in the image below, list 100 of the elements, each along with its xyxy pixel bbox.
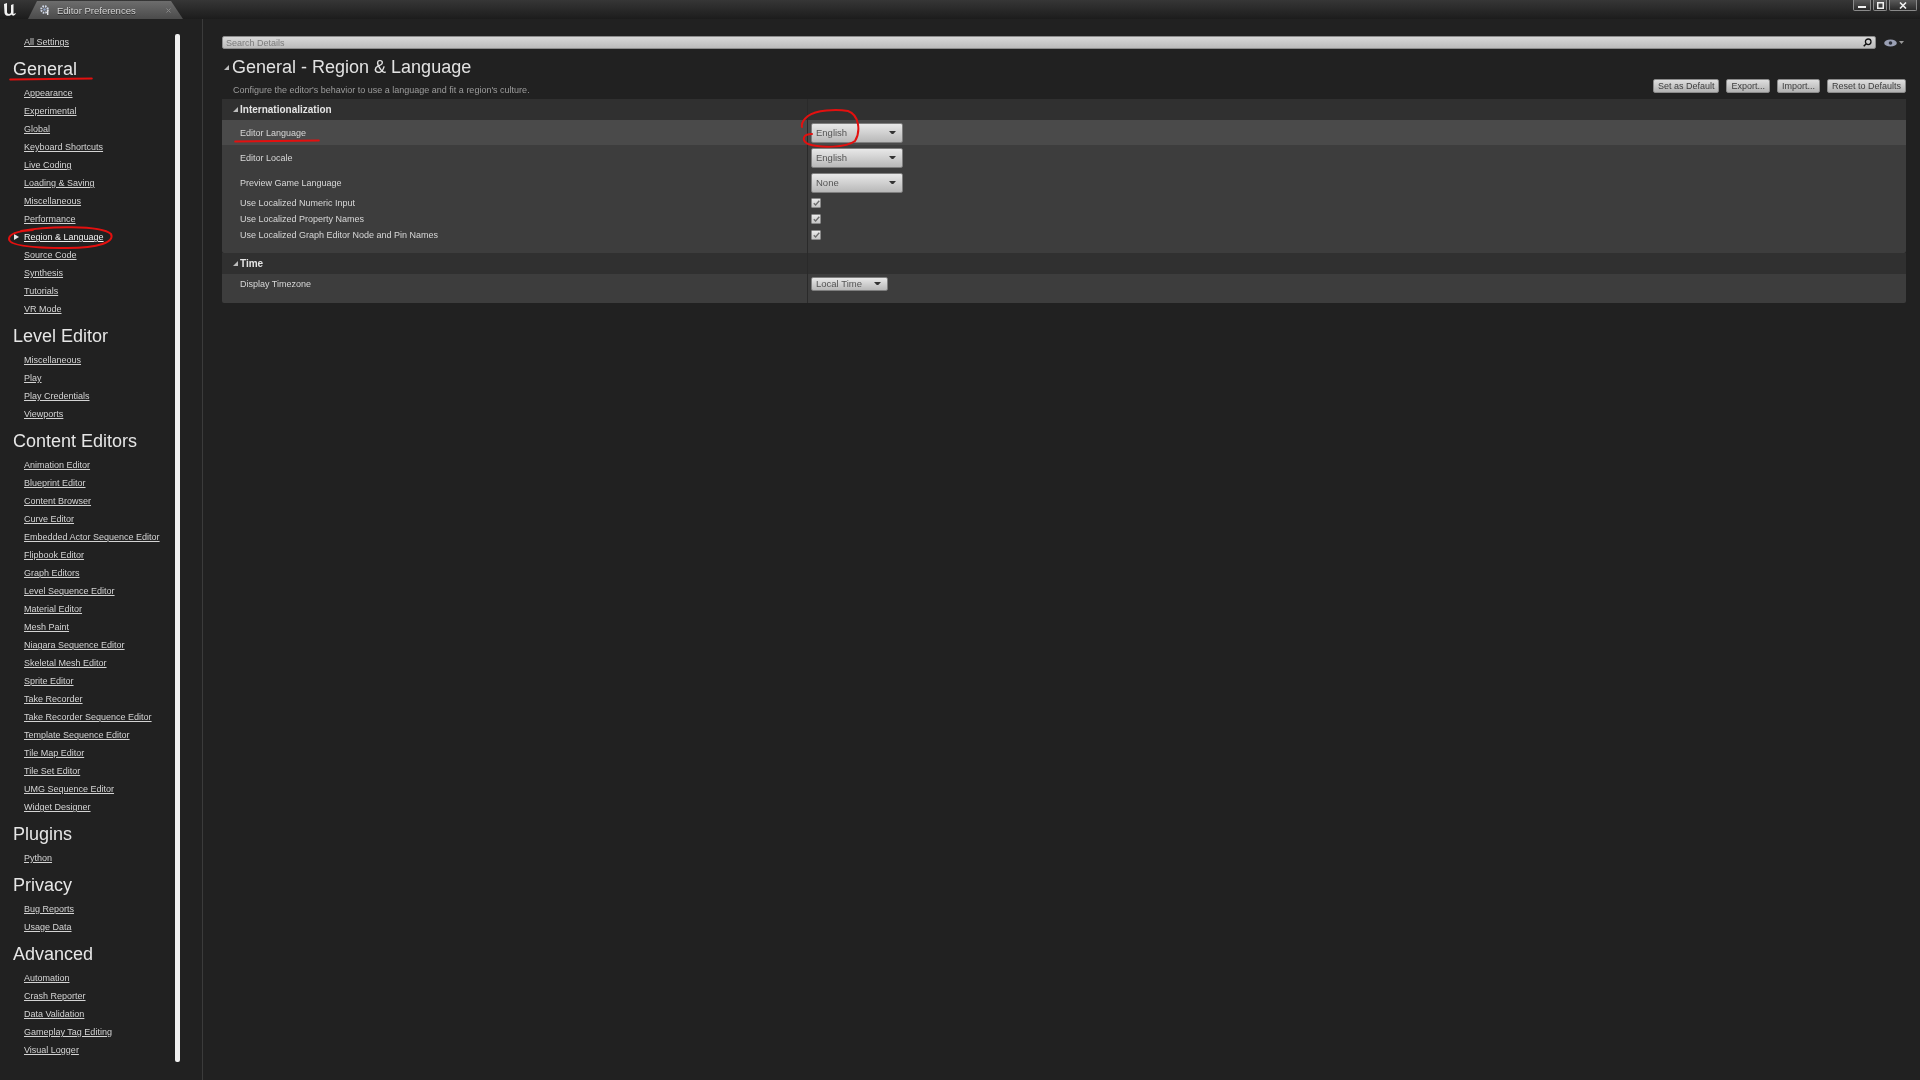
- sidebar-link[interactable]: Appearance: [24, 88, 73, 98]
- toolbar-button[interactable]: Export...: [1726, 79, 1770, 93]
- caret-icon: [874, 281, 881, 286]
- sidebar-link[interactable]: Synthesis: [24, 268, 64, 278]
- selection-arrow-icon: [14, 234, 19, 240]
- sidebar-link[interactable]: Skeletal Mesh Editor: [24, 658, 107, 668]
- sidebar-link[interactable]: Widget Designer: [24, 802, 91, 812]
- sidebar-link[interactable]: Keyboard Shortcuts: [24, 142, 104, 152]
- sidebar-link[interactable]: Global: [24, 124, 50, 134]
- sidebar-link[interactable]: Gameplay Tag Editing: [24, 1027, 112, 1037]
- sidebar-link[interactable]: Miscellaneous: [24, 196, 82, 206]
- eye-icon[interactable]: [1884, 38, 1897, 47]
- sidebar-link[interactable]: Python: [24, 853, 53, 863]
- logo-icon[interactable]: [3, 2, 17, 17]
- sidebar-link[interactable]: Tile Map Editor: [24, 748, 85, 758]
- checkmark-icon: [812, 200, 820, 206]
- sidebar-link[interactable]: Flipbook Editor: [24, 550, 85, 560]
- dropdown[interactable]: None: [811, 172, 903, 193]
- sidebar-heading: Content Editors: [13, 433, 138, 449]
- sidebar-link[interactable]: Tutorials: [24, 286, 59, 296]
- checkbox[interactable]: [811, 230, 821, 240]
- sidebar-link[interactable]: Region & Language: [24, 232, 104, 242]
- property-label: Editor Locale: [240, 152, 293, 163]
- sidebar-link[interactable]: Source Code: [24, 250, 77, 260]
- dropdown[interactable]: English: [811, 147, 903, 168]
- sidebar-link[interactable]: Sprite Editor: [24, 676, 74, 686]
- sidebar-link[interactable]: Loading & Saving: [24, 178, 95, 188]
- page-title: General - Region & Language: [232, 56, 472, 78]
- sidebar-link[interactable]: Data Validation: [24, 1009, 85, 1019]
- restore-icon: [1876, 1, 1884, 9]
- toolbar-button[interactable]: Import...: [1776, 79, 1820, 93]
- sidebar-link[interactable]: Miscellaneous: [24, 355, 82, 365]
- minimize-button[interactable]: [1853, 0, 1871, 11]
- sidebar-link[interactable]: Embedded Actor Sequence Editor: [24, 532, 160, 542]
- dropdown[interactable]: Local Time: [811, 276, 888, 291]
- caret-icon: [889, 155, 896, 160]
- sidebar-link[interactable]: Play Credentials: [24, 391, 90, 401]
- window-tab[interactable]: Editor Preferences: [28, 1, 183, 19]
- triangle-icon[interactable]: [224, 64, 229, 70]
- gear-icon: [40, 5, 50, 15]
- sidebar-link[interactable]: Take Recorder Sequence Editor: [24, 712, 152, 722]
- close-button[interactable]: [1889, 0, 1917, 11]
- checkmark-icon: [812, 232, 820, 238]
- sidebar-link[interactable]: Experimental: [24, 106, 77, 116]
- triangle-icon[interactable]: [233, 261, 238, 266]
- property-label: Editor Language: [240, 127, 307, 138]
- search-field[interactable]: Search Details: [222, 36, 1876, 49]
- property-label: Preview Game Language: [240, 177, 342, 188]
- sidebar-link[interactable]: Crash Reporter: [24, 991, 86, 1001]
- sidebar-link[interactable]: Take Recorder: [24, 694, 83, 704]
- tab-title: Editor Preferences: [57, 4, 136, 16]
- close-icon: [1899, 1, 1907, 9]
- sidebar-heading: Plugins: [13, 826, 73, 842]
- toolbar-button[interactable]: Reset to Defaults: [1826, 79, 1906, 93]
- sidebar-link[interactable]: Viewports: [24, 409, 64, 419]
- sidebar-link[interactable]: Material Editor: [24, 604, 83, 614]
- sidebar-heading: General: [13, 61, 78, 77]
- sidebar-link[interactable]: Mesh Paint: [24, 622, 70, 632]
- section-title: Internationalization: [240, 104, 332, 115]
- property-label: Use Localized Property Names: [240, 214, 365, 224]
- sidebar-link[interactable]: Play: [24, 373, 42, 383]
- sidebar-link[interactable]: Graph Editors: [24, 568, 80, 578]
- property-label: Use Localized Graph Editor Node and Pin Names: [240, 230, 439, 240]
- restore-button[interactable]: [1873, 0, 1887, 11]
- sidebar-link[interactable]: Niagara Sequence Editor: [24, 640, 125, 650]
- sidebar-link[interactable]: Bug Reports: [24, 904, 75, 914]
- sidebar-heading: Privacy: [13, 877, 72, 893]
- sidebar-link[interactable]: VR Mode: [24, 304, 62, 314]
- sidebar-link[interactable]: Automation: [24, 973, 70, 983]
- page-description: Configure the editor's behavior to use a language and fit a region's culture.: [232, 84, 530, 96]
- sidebar-heading: Level Editor: [13, 328, 109, 344]
- sidebar-link[interactable]: All Settings: [24, 37, 70, 47]
- section-title: Time: [240, 258, 264, 269]
- triangle-icon[interactable]: [233, 107, 238, 112]
- sidebar-link[interactable]: Tile Set Editor: [24, 766, 81, 776]
- sidebar-link[interactable]: UMG Sequence Editor: [24, 784, 115, 794]
- checkbox[interactable]: [811, 214, 821, 224]
- dropdown[interactable]: English: [811, 122, 903, 143]
- sidebar-link[interactable]: Level Sequence Editor: [24, 586, 115, 596]
- sidebar-link[interactable]: Template Sequence Editor: [24, 730, 130, 740]
- sidebar-link[interactable]: Usage Data: [24, 922, 72, 932]
- sidebar-link[interactable]: Performance: [24, 214, 76, 224]
- sidebar-heading: Advanced: [13, 946, 94, 962]
- caret-icon[interactable]: [1899, 41, 1904, 44]
- scrollbar-thumb[interactable]: [175, 34, 180, 1062]
- checkbox[interactable]: [811, 198, 821, 208]
- sidebar-link[interactable]: Live Coding: [24, 160, 72, 170]
- search-input[interactable]: Search Details: [226, 37, 1863, 48]
- sidebar-link[interactable]: Blueprint Editor: [24, 478, 86, 488]
- sidebar-link[interactable]: Visual Logger: [24, 1045, 79, 1055]
- section-header[interactable]: Internationalization: [222, 99, 1906, 120]
- section-header[interactable]: Time: [222, 253, 1906, 274]
- property-label: Use Localized Numeric Input: [240, 198, 356, 208]
- property-label: Display Timezone: [240, 279, 312, 289]
- sidebar-link[interactable]: Animation Editor: [24, 460, 91, 470]
- sidebar-link[interactable]: Content Browser: [24, 496, 92, 506]
- sidebar-link[interactable]: Curve Editor: [24, 514, 75, 524]
- search-icon[interactable]: [1863, 38, 1872, 47]
- checkmark-icon: [812, 216, 820, 222]
- toolbar-button[interactable]: Set as Default: [1652, 79, 1720, 93]
